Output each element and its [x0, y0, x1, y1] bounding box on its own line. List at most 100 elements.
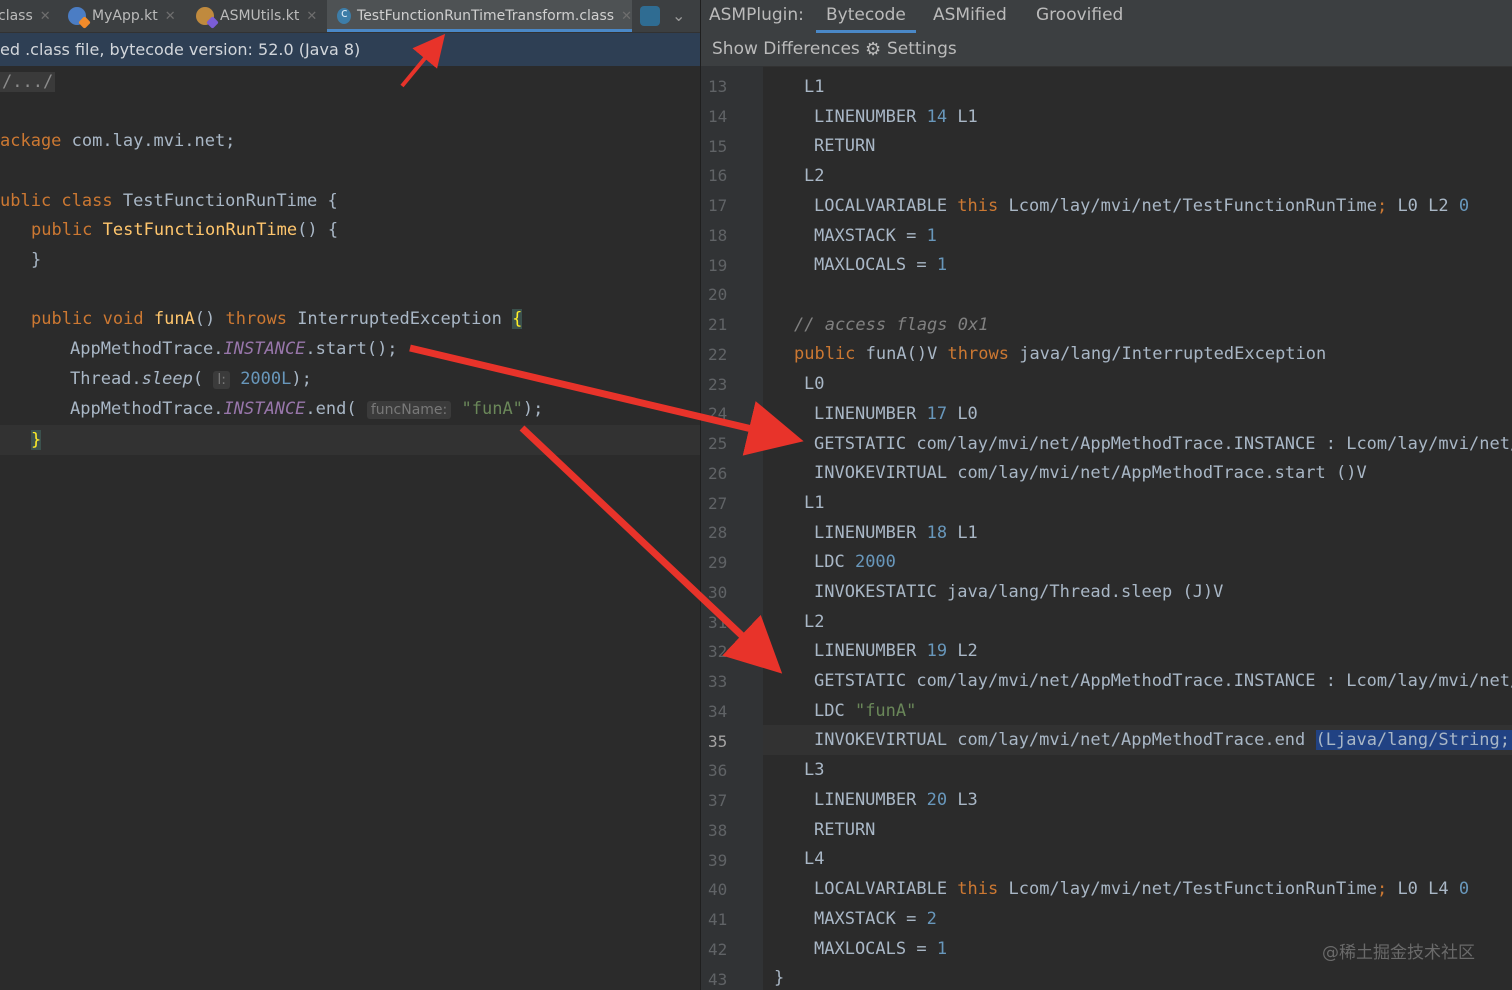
constructor-name: TestFunctionRunTime [102, 220, 298, 240]
close-icon[interactable]: ✕ [621, 9, 632, 24]
opcode: LOCALVARIABLE [814, 879, 958, 899]
line-number[interactable]: 22 [701, 340, 762, 370]
tab-transform-class[interactable]: TestFunctionRunTimeTransform.class ✕ [327, 0, 632, 32]
number-literal: 1 [936, 939, 948, 959]
line-number[interactable]: 40 [701, 875, 762, 905]
line-number[interactable]: 26 [701, 459, 762, 489]
line-number[interactable]: 25 [701, 429, 762, 459]
number-literal: 14 [926, 107, 948, 127]
tab-groovified[interactable]: Groovified [1036, 0, 1123, 33]
code-text: .end( [305, 399, 367, 419]
line-number[interactable]: 43 [701, 965, 762, 990]
decompiled-banner: ed .class file, bytecode version: 52.0 (… [0, 33, 700, 66]
tab-myapp-kt[interactable]: MyApp.kt ✕ [68, 0, 176, 32]
bytecode-line: L0 [804, 374, 825, 394]
selected-descriptor[interactable]: (Ljava/lang/String;)V [1315, 730, 1512, 750]
number-literal: 2 [926, 909, 937, 929]
tab-class[interactable]: class ✕ [0, 0, 51, 32]
number-literal: 1 [936, 255, 948, 275]
bytecode-line: LOCALVARIABLE this Lcom/lay/mvi/net/Test… [814, 874, 1469, 904]
kotlin-class-icon [68, 7, 86, 25]
number-literal: 20 [926, 790, 948, 810]
class-name: TestFunctionRunTime { [112, 191, 338, 211]
bytecode-line: public funA()V throws java/lang/Interrup… [794, 339, 1326, 369]
method-signature: funA()V [855, 344, 948, 364]
settings-button[interactable]: Settings [887, 33, 957, 66]
number-literal: 2000L [240, 369, 292, 389]
line-number[interactable]: 15 [701, 132, 762, 162]
directive: MAXLOCALS = [814, 939, 937, 959]
tab-asmified[interactable]: ASMified [933, 0, 1007, 33]
method-name: funA [153, 309, 195, 329]
number-literal: 2000 [854, 552, 896, 572]
close-icon[interactable]: ✕ [165, 9, 176, 24]
code-text: AppMethodTrace. [70, 399, 224, 419]
keyword: ublic class [0, 191, 113, 211]
show-differences-button[interactable]: Show Differences [712, 33, 860, 66]
line-number[interactable]: 42 [701, 935, 762, 965]
line-number[interactable]: 13 [701, 72, 762, 102]
descriptor: Lcom/lay/mvi/net/TestFunctionRunTime [998, 196, 1377, 216]
line-number[interactable]: 37 [701, 786, 762, 816]
bytecode-line: INVOKEVIRTUAL com/lay/mvi/net/AppMethodT… [814, 463, 1367, 483]
line-number[interactable]: 36 [701, 756, 762, 786]
class-file-icon[interactable] [640, 6, 660, 26]
line-number[interactable]: 35 [701, 727, 762, 757]
line-number[interactable]: 16 [701, 161, 762, 191]
code-text: () { [297, 220, 339, 240]
number-literal: 1 [926, 226, 937, 246]
folded-region[interactable]: /.../ [0, 72, 56, 92]
bytecode-line: L1 [804, 77, 825, 97]
code-text: Thread. [70, 369, 142, 389]
line-number[interactable]: 14 [701, 102, 762, 132]
tab-bytecode[interactable]: Bytecode [816, 0, 916, 33]
line-number[interactable]: 23 [701, 370, 762, 400]
kotlin-file-icon [196, 7, 214, 25]
keyword: public [794, 344, 856, 364]
code-line: public TestFunctionRunTime() { [31, 215, 338, 245]
banner-text: ed .class file, bytecode version: 52.0 (… [0, 40, 361, 59]
close-icon[interactable]: ✕ [306, 9, 317, 24]
line-number[interactable]: 30 [701, 578, 762, 608]
static-method: sleep [141, 369, 193, 389]
line-number[interactable]: 19 [701, 251, 762, 281]
line-number[interactable]: 29 [701, 548, 762, 578]
line-number[interactable]: 20 [701, 280, 762, 310]
chevron-down-icon[interactable]: ⌄ [672, 6, 685, 25]
class-file-icon [337, 6, 352, 24]
editor-tab-bar: class ✕ MyApp.kt ✕ ASMUtils.kt ✕ TestFun… [0, 0, 700, 33]
tab-label: class [0, 8, 33, 24]
code-text: () [194, 309, 216, 329]
bytecode-line: LINENUMBER 19 L2 [814, 636, 978, 666]
line-number[interactable]: 32 [701, 637, 762, 667]
label-ref: L1 [947, 107, 978, 127]
line-number[interactable]: 34 [701, 697, 762, 727]
line-number[interactable]: 33 [701, 667, 762, 697]
line-number[interactable]: 38 [701, 816, 762, 846]
line-number[interactable]: 27 [701, 489, 762, 519]
opcode: LINENUMBER [814, 641, 927, 661]
opcode: INVOKEVIRTUAL com/lay/mvi/net/AppMethodT… [814, 730, 1316, 750]
line-number[interactable]: 17 [701, 191, 762, 221]
line-number[interactable]: 39 [701, 846, 762, 876]
bytecode-line: GETSTATIC com/lay/mvi/net/AppMethodTrace… [814, 671, 1512, 691]
label-ref: L0 [947, 404, 978, 424]
tab-label: ASMUtils.kt [220, 8, 300, 24]
tab-asmutils-kt[interactable]: ASMUtils.kt ✕ [196, 0, 317, 32]
brace: } [31, 250, 42, 270]
code-line: } [31, 425, 42, 455]
line-number[interactable]: 31 [701, 608, 762, 638]
gear-icon[interactable]: ⚙ [865, 33, 881, 66]
line-number[interactable]: 24 [701, 399, 762, 429]
line-number[interactable]: 18 [701, 221, 762, 251]
line-number[interactable]: 41 [701, 905, 762, 935]
line-number[interactable]: 28 [701, 518, 762, 548]
bytecode-line: RETURN [814, 136, 876, 156]
close-icon[interactable]: ✕ [40, 9, 51, 24]
code-line: Thread.sleep( l: 2000L); [70, 364, 312, 394]
bytecode-line: LINENUMBER 18 L1 [814, 518, 978, 548]
line-number[interactable]: 21 [701, 310, 762, 340]
keyword: public void [31, 309, 144, 329]
bytecode-line: L2 [804, 166, 825, 186]
opcode: LOCALVARIABLE [814, 196, 958, 216]
